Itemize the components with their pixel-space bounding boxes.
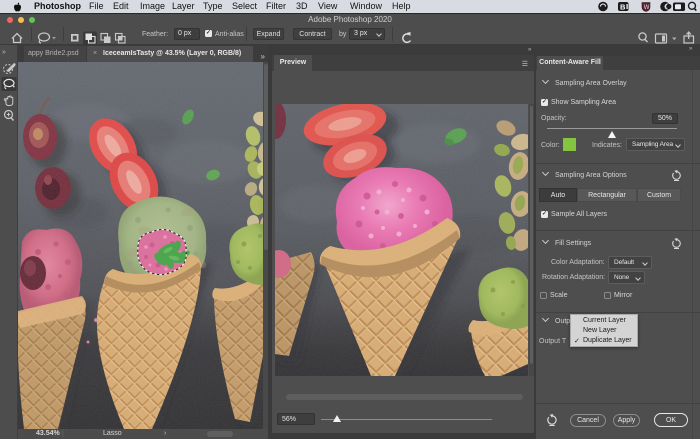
svg-text:W: W <box>644 5 650 11</box>
svg-text:B: B <box>620 2 626 11</box>
